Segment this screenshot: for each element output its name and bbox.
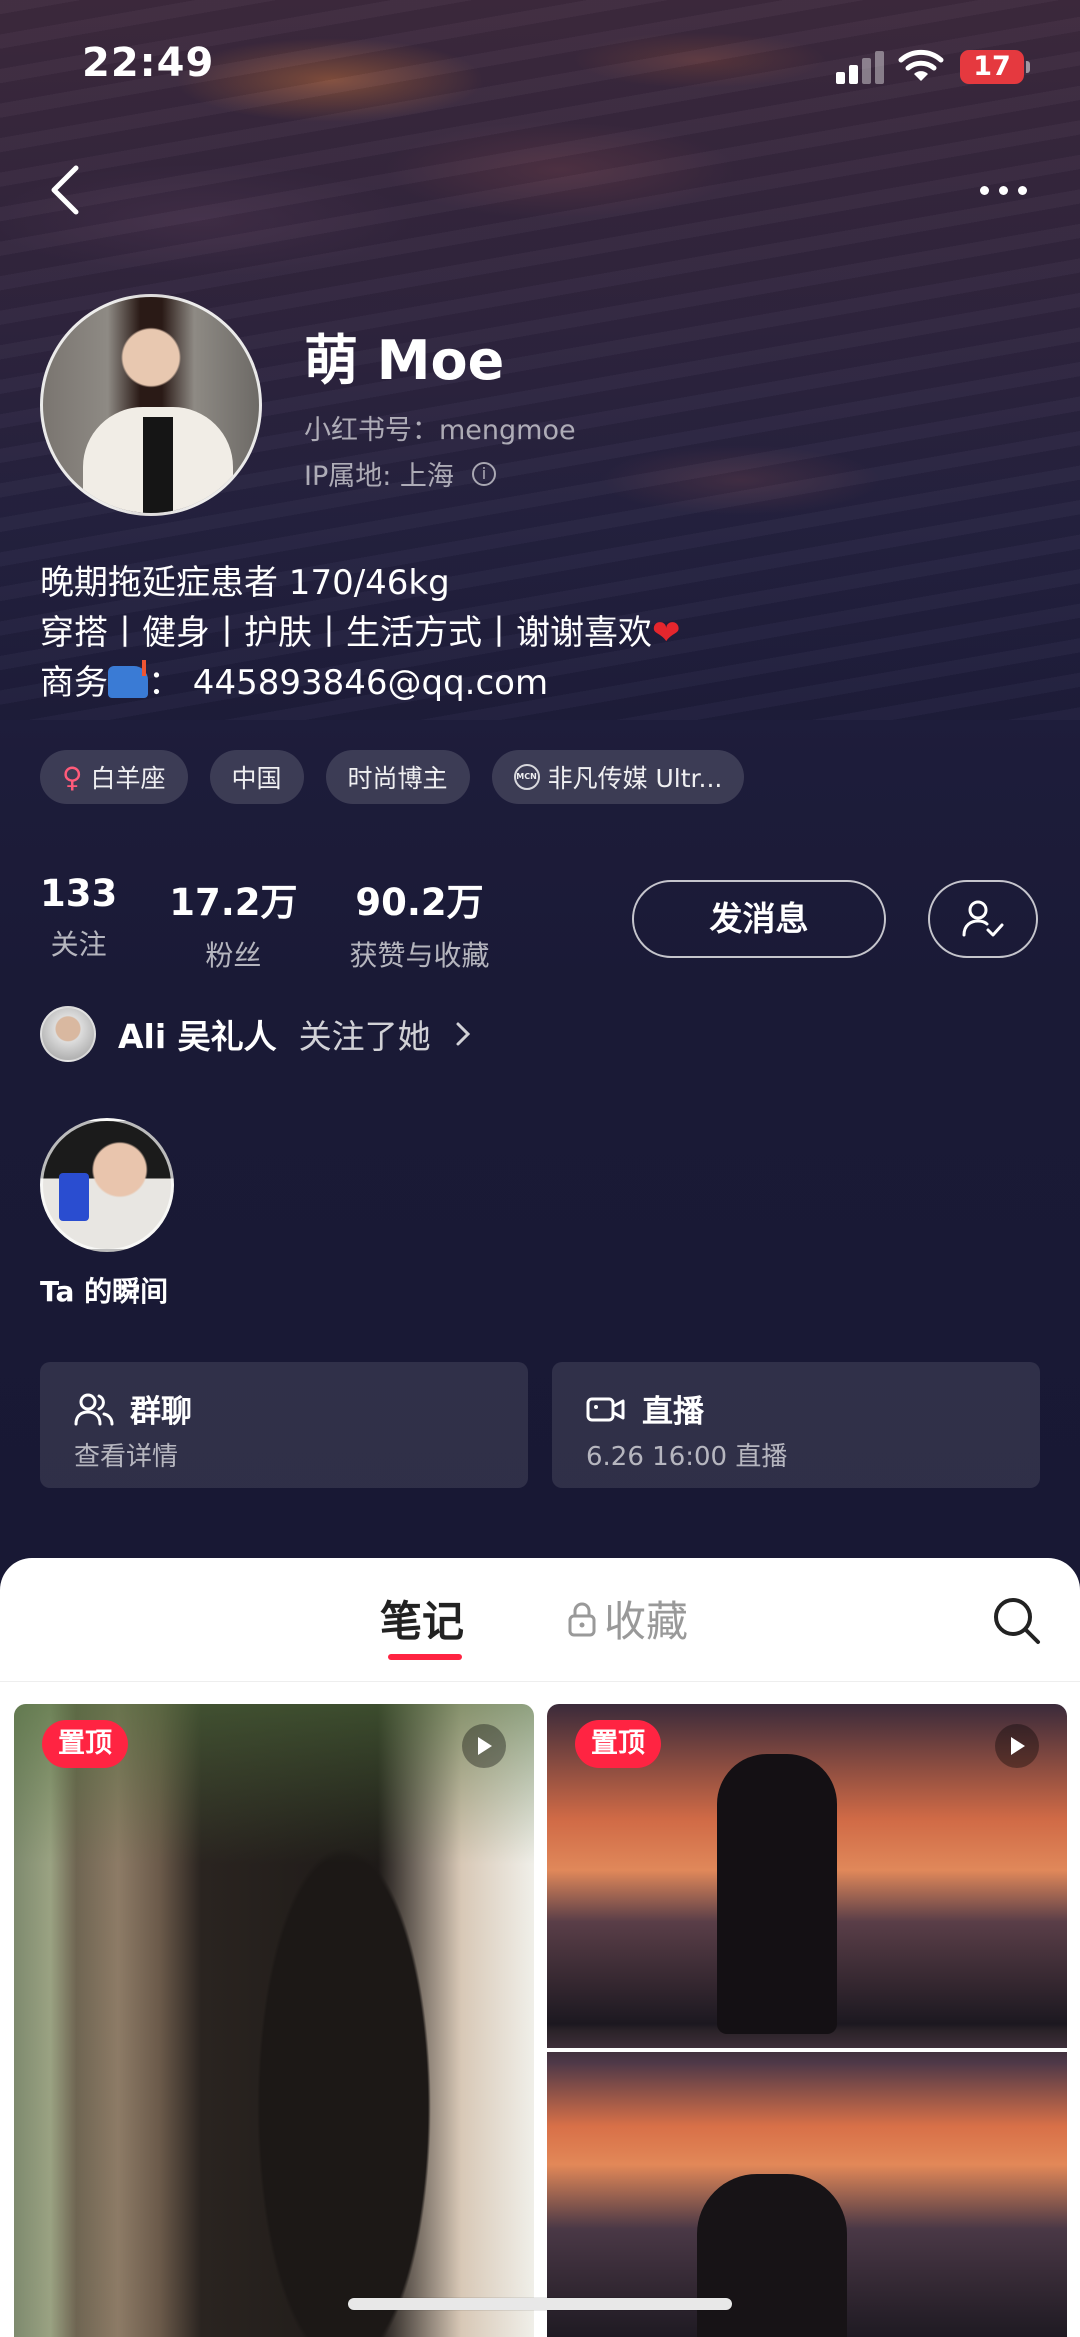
bio-line-2: 穿搭丨健身丨护肤丨生活方式丨谢谢喜欢❤: [40, 608, 681, 658]
mutual-avatar: [40, 1006, 96, 1062]
profile-tags: ♀ 白羊座 中国 时尚博主 MCN 非凡传媒 Ultr...: [40, 750, 745, 804]
card-subtitle: 6.26 16:00 直播: [586, 1442, 788, 1472]
group-chat-card[interactable]: 群聊 查看详情: [40, 1362, 528, 1488]
tag-label: 白羊座: [90, 764, 166, 793]
card-title-text: 直播: [642, 1394, 704, 1430]
user-check-icon: [962, 900, 1004, 937]
tab-active-indicator: [388, 1654, 462, 1660]
bio-line-1: 晚期拖延症患者 170/46kg: [40, 563, 450, 603]
moment-label: Ta 的瞬间: [40, 1275, 169, 1308]
stat-followers[interactable]: 17.2万 粉丝: [169, 872, 297, 974]
heart-icon: ❤: [652, 613, 681, 653]
tab-favorites[interactable]: 收藏: [566, 1588, 688, 1649]
pinned-badge: 置顶: [575, 1720, 661, 1768]
tag-mcn[interactable]: MCN 非凡传媒 Ultr...: [491, 750, 745, 804]
stat-label: 获赞与收藏: [349, 939, 490, 972]
bio: 晚期拖延症患者 170/46kg 穿搭丨健身丨护肤丨生活方式丨谢谢喜欢❤ 商务 ：…: [40, 558, 681, 708]
stat-label: 关注: [50, 928, 107, 961]
search-icon[interactable]: [990, 1594, 1044, 1648]
live-title: 直播: [586, 1386, 704, 1431]
tag-region[interactable]: 中国: [209, 750, 304, 804]
tag-category[interactable]: 时尚博主: [325, 750, 470, 804]
live-card[interactable]: 直播 6.26 16:00 直播: [552, 1362, 1040, 1488]
stat-value: 90.2万: [355, 881, 484, 924]
back-icon[interactable]: [40, 160, 90, 220]
moment-thumbnail[interactable]: [40, 1118, 174, 1252]
tag-label: 非凡传媒 Ultr...: [547, 764, 723, 793]
play-icon: [462, 1724, 506, 1768]
tab-notes[interactable]: 笔记: [380, 1588, 464, 1649]
more-options-icon[interactable]: [968, 170, 1038, 210]
mailbox-icon: [108, 660, 148, 698]
status-time: 22:49: [82, 40, 215, 86]
profile-screen: 22:49 17 萌 Moe 小红书号：mengmoe IP属地: 上海 i 晚…: [0, 0, 1080, 2337]
bio-line-3: 商务 ： 445893846@qq.com: [40, 658, 681, 708]
notes-sheet: 笔记 收藏 置顶 置顶: [0, 1558, 1080, 2337]
avatar[interactable]: [40, 294, 262, 516]
ip-location-text: IP属地: 上海: [304, 461, 454, 492]
group-chat-title: 群聊: [74, 1386, 192, 1431]
female-icon: ♀: [62, 760, 83, 794]
content-tabs: 笔记 收藏: [0, 1558, 1080, 1682]
card-subtitle: 查看详情: [74, 1442, 179, 1472]
stat-following[interactable]: 133 关注: [40, 872, 117, 974]
mutual-action: 关注了她: [298, 1017, 431, 1056]
group-icon: [74, 1393, 114, 1425]
mutual-follow-row[interactable]: Ali 吴礼人 关注了她: [40, 1006, 473, 1062]
tag-label: 时尚博主: [347, 764, 448, 793]
mutual-name: Ali 吴礼人: [118, 1017, 277, 1056]
play-icon: [995, 1724, 1039, 1768]
photo-silhouette: [717, 1754, 837, 2034]
chevron-right-icon: [456, 1022, 470, 1046]
profile-name: 萌 Moe: [304, 329, 505, 392]
wifi-icon: [898, 49, 944, 81]
stat-value: 133: [40, 872, 118, 915]
stat-value: 17.2万: [169, 881, 298, 924]
profile-stats: 133 关注 17.2万 粉丝 90.2万 获赞与收藏: [40, 872, 490, 974]
cellular-signal-icon: [836, 50, 884, 84]
stat-label: 粉丝: [205, 939, 262, 972]
card-title-text: 群聊: [130, 1394, 192, 1430]
send-message-button[interactable]: 发消息: [632, 880, 886, 958]
bio-line-3-prefix: 商务: [40, 663, 108, 703]
stat-likes-collects[interactable]: 90.2万 获赞与收藏: [350, 872, 490, 974]
bio-line-2-text: 穿搭丨健身丨护肤丨生活方式丨谢谢喜欢: [40, 613, 652, 653]
red-id[interactable]: 小红书号：mengmoe: [304, 408, 576, 447]
battery-icon: 17: [960, 50, 1030, 84]
ip-location: IP属地: 上海 i: [304, 454, 496, 493]
mcn-icon: MCN: [513, 764, 540, 790]
tag-zodiac[interactable]: ♀ 白羊座: [40, 750, 188, 804]
lock-icon: [568, 1602, 596, 1636]
bio-line-3-email: ： 445893846@qq.com: [148, 663, 549, 703]
followed-user-button[interactable]: [928, 880, 1038, 958]
home-indicator[interactable]: [348, 2298, 732, 2310]
info-icon[interactable]: i: [471, 461, 496, 486]
tab-favorites-label: 收藏: [604, 1597, 689, 1646]
video-camera-icon: [586, 1397, 625, 1421]
post-card-2[interactable]: 置顶: [547, 1704, 1067, 2337]
tag-label: 中国: [231, 764, 282, 793]
pinned-badge: 置顶: [42, 1720, 128, 1768]
post-card-1[interactable]: 置顶: [14, 1704, 534, 2337]
